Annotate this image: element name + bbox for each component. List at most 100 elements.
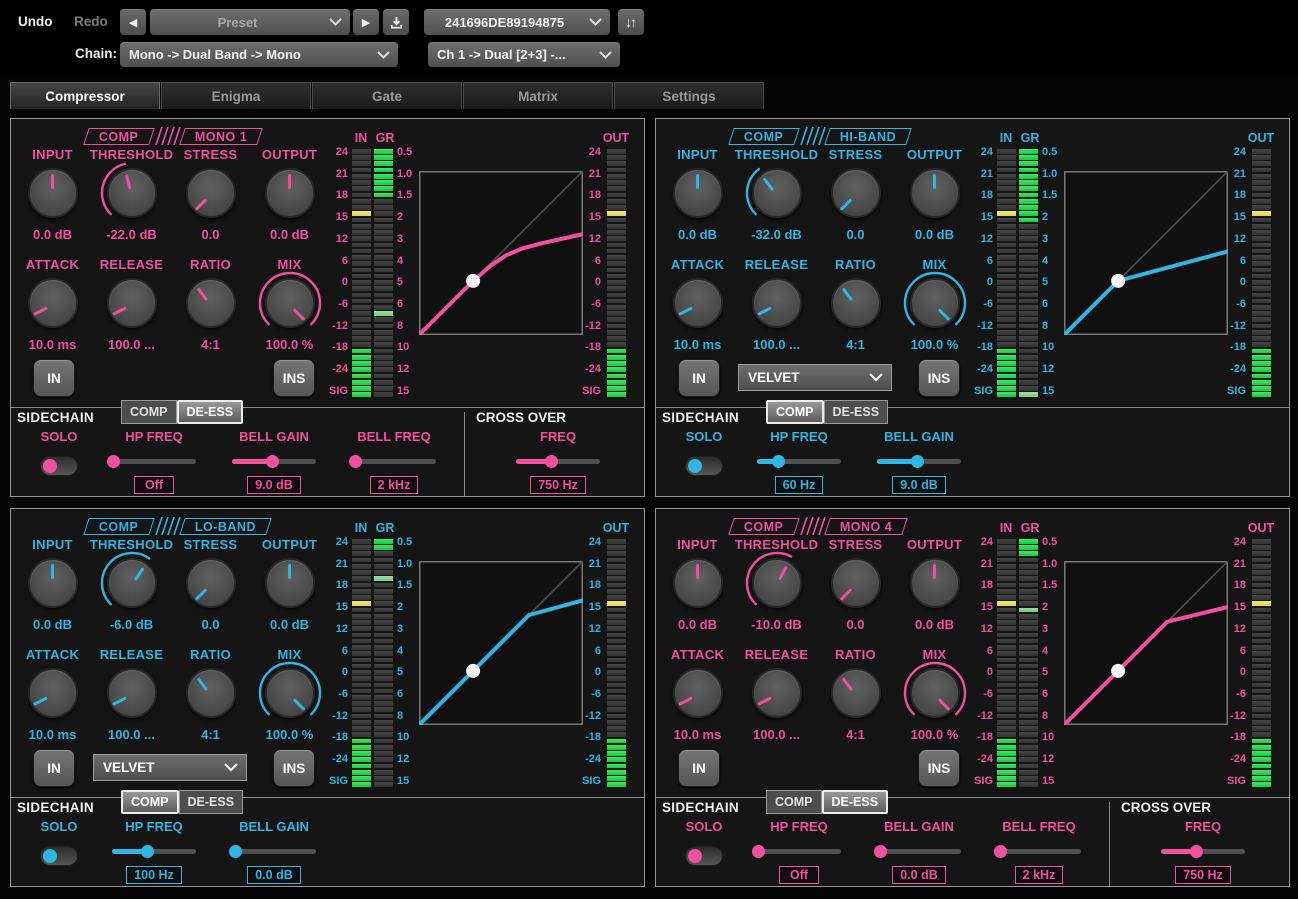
slider-control[interactable]: [877, 844, 961, 858]
threshold-knob[interactable]: [104, 165, 160, 221]
sidechain-tab-comp[interactable]: COMP: [121, 400, 177, 424]
output-knob[interactable]: [262, 555, 318, 611]
transfer-curve-graph[interactable]: [1064, 171, 1228, 340]
sidechain-tab-de-ess[interactable]: DE-ESS: [177, 400, 244, 424]
tab-matrix[interactable]: Matrix: [463, 82, 613, 109]
threshold-point-handle[interactable]: [466, 664, 480, 678]
redo-button[interactable]: Redo: [74, 14, 108, 29]
slider-control[interactable]: [757, 454, 841, 468]
threshold-knob[interactable]: [104, 555, 160, 611]
slider-thumb[interactable]: [1190, 845, 1203, 858]
input-knob[interactable]: [670, 165, 726, 221]
transfer-curve-graph[interactable]: [419, 561, 583, 730]
slider-control[interactable]: [112, 454, 196, 468]
slider-control[interactable]: [877, 454, 961, 468]
slider-track[interactable]: [877, 849, 961, 854]
channel-dropdown[interactable]: Ch 1 -> Dual [2+3] -...: [428, 42, 620, 67]
save-preset-button[interactable]: [383, 9, 409, 35]
threshold-point-handle[interactable]: [1111, 274, 1125, 288]
ab-compare-button[interactable]: ↓↑: [618, 9, 644, 35]
slider-thumb[interactable]: [545, 455, 558, 468]
crossover-freq-value[interactable]: 750 Hz: [1175, 866, 1231, 884]
slider-thumb[interactable]: [141, 845, 154, 858]
sidechain-tab-comp[interactable]: COMP: [766, 400, 824, 424]
slider-value[interactable]: 9.0 dB: [247, 476, 301, 494]
solo-toggle[interactable]: [685, 456, 723, 476]
threshold-point-handle[interactable]: [466, 274, 480, 288]
output-knob[interactable]: [907, 165, 963, 221]
input-knob[interactable]: [25, 165, 81, 221]
attack-knob[interactable]: [670, 665, 726, 721]
slider-track[interactable]: [352, 459, 436, 464]
in-button[interactable]: IN: [678, 359, 720, 397]
stress-knob[interactable]: [828, 165, 884, 221]
slider-value[interactable]: 2 kHz: [1015, 866, 1064, 884]
ins-button[interactable]: INS: [273, 359, 315, 397]
output-knob[interactable]: [907, 555, 963, 611]
slider-thumb[interactable]: [752, 845, 765, 858]
sidechain-tab-de-ess[interactable]: DE-ESS: [822, 790, 889, 814]
solo-toggle[interactable]: [40, 456, 78, 476]
slider-value[interactable]: Off: [779, 866, 819, 884]
slider-track[interactable]: [757, 849, 841, 854]
preset-next-button[interactable]: ▶: [353, 9, 379, 35]
slider-control[interactable]: [112, 844, 196, 858]
slider-thumb[interactable]: [772, 455, 785, 468]
slider-track[interactable]: [997, 849, 1081, 854]
slider-thumb[interactable]: [911, 455, 924, 468]
slider-control[interactable]: [997, 844, 1081, 858]
preset-dropdown[interactable]: Preset: [150, 9, 350, 35]
velvet-dropdown[interactable]: VELVET: [93, 754, 247, 781]
preset-id-dropdown[interactable]: 241696DE89194875: [424, 9, 610, 35]
sidechain-tab-comp[interactable]: COMP: [766, 790, 822, 814]
attack-knob[interactable]: [25, 275, 81, 331]
slider-value[interactable]: 9.0 dB: [892, 476, 946, 494]
input-knob[interactable]: [670, 555, 726, 611]
tab-gate[interactable]: Gate: [312, 82, 462, 109]
slider-thumb[interactable]: [874, 845, 887, 858]
slider-value[interactable]: 100 Hz: [126, 866, 182, 884]
sidechain-tab-comp[interactable]: COMP: [121, 790, 179, 814]
velvet-dropdown[interactable]: VELVET: [738, 364, 892, 391]
slider-value[interactable]: 0.0 dB: [892, 866, 946, 884]
threshold-knob[interactable]: [749, 165, 805, 221]
stress-knob[interactable]: [183, 165, 239, 221]
ins-button[interactable]: INS: [918, 749, 960, 787]
slider-control[interactable]: [516, 454, 600, 468]
slider-control[interactable]: [232, 454, 316, 468]
tab-enigma[interactable]: Enigma: [161, 82, 311, 109]
ratio-knob[interactable]: [183, 665, 239, 721]
chain-dropdown[interactable]: Mono -> Dual Band -> Mono: [120, 42, 398, 67]
slider-thumb[interactable]: [994, 845, 1007, 858]
ins-button[interactable]: INS: [918, 359, 960, 397]
release-knob[interactable]: [104, 665, 160, 721]
in-button[interactable]: IN: [678, 749, 720, 787]
sidechain-tab-de-ess[interactable]: DE-ESS: [179, 790, 244, 814]
preset-prev-button[interactable]: ◀: [120, 9, 146, 35]
slider-thumb[interactable]: [349, 455, 362, 468]
mix-knob[interactable]: [907, 665, 963, 721]
attack-knob[interactable]: [670, 275, 726, 331]
mix-knob[interactable]: [907, 275, 963, 331]
tab-compressor[interactable]: Compressor: [10, 82, 160, 109]
ratio-knob[interactable]: [828, 665, 884, 721]
transfer-curve-graph[interactable]: [419, 171, 583, 340]
solo-toggle[interactable]: [40, 846, 78, 866]
slider-control[interactable]: [757, 844, 841, 858]
slider-track[interactable]: [112, 459, 196, 464]
slider-control[interactable]: [232, 844, 316, 858]
slider-thumb[interactable]: [266, 455, 279, 468]
in-button[interactable]: IN: [33, 749, 75, 787]
sidechain-tab-de-ess[interactable]: DE-ESS: [824, 400, 889, 424]
mix-knob[interactable]: [262, 665, 318, 721]
slider-control[interactable]: [1161, 844, 1245, 858]
solo-toggle[interactable]: [685, 846, 723, 866]
threshold-point-handle[interactable]: [1111, 664, 1125, 678]
release-knob[interactable]: [749, 275, 805, 331]
input-knob[interactable]: [25, 555, 81, 611]
in-button[interactable]: IN: [33, 359, 75, 397]
attack-knob[interactable]: [25, 665, 81, 721]
slider-value[interactable]: 0.0 dB: [247, 866, 301, 884]
slider-value[interactable]: Off: [134, 476, 174, 494]
slider-value[interactable]: 60 Hz: [775, 476, 824, 494]
